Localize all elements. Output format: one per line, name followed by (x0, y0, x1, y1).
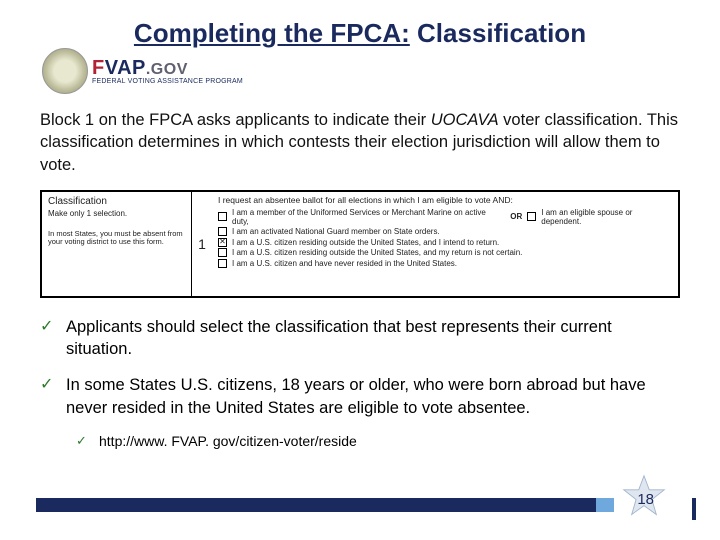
dod-seal-icon (42, 48, 88, 94)
form-left-col: Classification Make only 1 selection. In… (42, 192, 192, 296)
form-option: ✕ I am a U.S. citizen residing outside t… (218, 238, 672, 247)
form-option: I am a U.S. citizen residing outside the… (218, 248, 672, 257)
option-text: I am an activated National Guard member … (232, 227, 440, 236)
option-text: I am a member of the Uniformed Services … (232, 208, 499, 226)
option-text: I am a U.S. citizen residing outside the… (232, 238, 499, 247)
option-text: I am a U.S. citizen residing outside the… (232, 248, 522, 257)
checkmark-icon: ✓ (76, 433, 91, 449)
fvap-vap: VAP (105, 57, 146, 79)
checkmark-icon: ✓ (40, 316, 58, 361)
intro-italic: UOCAVA (431, 111, 499, 129)
fvap-logo: FVAP.GOV FEDERAL VOTING ASSISTANCE PROGR… (92, 58, 243, 85)
option-or: OR (510, 212, 522, 221)
checkbox-icon (218, 259, 227, 268)
form-subheading: Make only 1 selection. (48, 209, 185, 218)
sub-bullet-item: ✓ http://www. FVAP. gov/citizen-voter/re… (76, 433, 680, 449)
page-number: 18 (637, 491, 654, 508)
option-extra: I am an eligible spouse or dependent. (541, 208, 672, 226)
side-tick (692, 498, 696, 520)
form-note: In most States, you must be absent from … (48, 230, 185, 247)
form-option: I am a U.S. citizen and have never resid… (218, 259, 672, 268)
slide-title: Completing the FPCA: Classification (40, 18, 680, 49)
form-option: I am an activated National Guard member … (218, 227, 672, 236)
bullet-item: ✓ Applicants should select the classific… (40, 316, 680, 361)
checkmark-icon: ✓ (40, 374, 58, 419)
form-lead: I request an absentee ballot for all ele… (218, 195, 672, 205)
footer-bar (36, 498, 596, 512)
form-heading: Classification (48, 196, 185, 207)
intro-paragraph: Block 1 on the FPCA asks applicants to i… (40, 109, 680, 176)
form-block-number: 1 (192, 192, 212, 296)
logo-block: FVAP.GOV FEDERAL VOTING ASSISTANCE PROGR… (42, 48, 243, 94)
checkbox-icon (527, 212, 536, 221)
slide: Completing the FPCA: Classification FVAP… (0, 0, 720, 540)
bullet-text: Applicants should select the classificat… (66, 316, 680, 361)
bullet-item: ✓ In some States U.S. citizens, 18 years… (40, 374, 680, 419)
bullet-list: ✓ Applicants should select the classific… (40, 316, 680, 449)
checkbox-icon (218, 227, 227, 236)
fvap-wordmark: FVAP.GOV (92, 58, 243, 78)
form-option: I am a member of the Uniformed Services … (218, 208, 672, 226)
fvap-gov: .GOV (146, 61, 188, 78)
fpca-form-excerpt: Classification Make only 1 selection. In… (40, 190, 680, 298)
fvap-subtitle: FEDERAL VOTING ASSISTANCE PROGRAM (92, 78, 243, 85)
footer-accent (596, 498, 614, 512)
checkbox-icon (218, 212, 227, 221)
checkbox-checked-icon: ✕ (218, 238, 227, 247)
intro-text-a: Block 1 on the FPCA asks applicants to i… (40, 111, 431, 129)
option-text: I am a U.S. citizen and have never resid… (232, 259, 457, 268)
bullet-text: In some States U.S. citizens, 18 years o… (66, 374, 680, 419)
form-options: I request an absentee ballot for all ele… (212, 192, 678, 296)
checkbox-icon (218, 248, 227, 257)
title-rest: Classification (410, 18, 586, 48)
bullet-link: http://www. FVAP. gov/citizen-voter/resi… (99, 433, 357, 449)
title-underlined: Completing the FPCA: (134, 18, 410, 48)
fvap-f: F (92, 57, 105, 79)
